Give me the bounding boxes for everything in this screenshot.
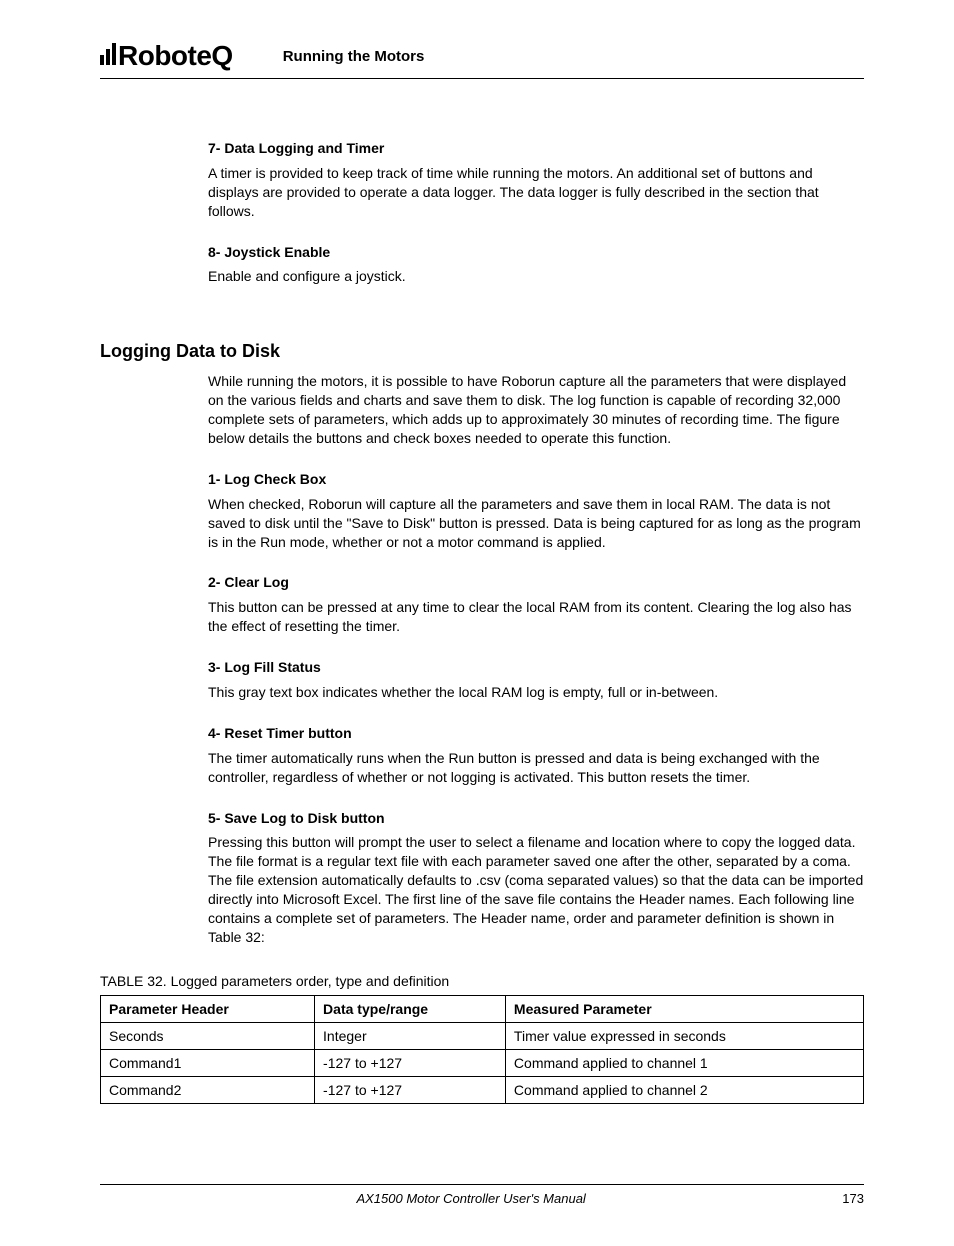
cell: -127 to +127 — [315, 1049, 506, 1076]
paragraph: Enable and configure a joystick. — [208, 267, 864, 286]
paragraph: While running the motors, it is possible… — [208, 372, 864, 448]
cell: Command1 — [101, 1049, 315, 1076]
logo-bars-icon — [100, 43, 116, 65]
table-row: Seconds Integer Timer value expressed in… — [101, 1022, 864, 1049]
footer-page-number: 173 — [842, 1191, 864, 1206]
subheading-8: 8- Joystick Enable — [208, 243, 864, 262]
cell: Command applied to channel 2 — [505, 1076, 863, 1103]
main-content: 7- Data Logging and Timer A timer is pro… — [208, 139, 864, 286]
cell: Seconds — [101, 1022, 315, 1049]
subheading-clear-log: 2- Clear Log — [208, 573, 864, 592]
brand-logo: RoboteQ — [100, 40, 233, 72]
paragraph: This button can be pressed at any time t… — [208, 598, 864, 636]
cell: Command applied to channel 1 — [505, 1049, 863, 1076]
table-row: Command1 -127 to +127 Command applied to… — [101, 1049, 864, 1076]
footer-manual-title: AX1500 Motor Controller User's Manual — [356, 1191, 585, 1206]
page-footer: AX1500 Motor Controller User's Manual 17… — [100, 1184, 864, 1206]
logo-text: RoboteQ — [118, 40, 233, 72]
parameters-table: Parameter Header Data type/range Measure… — [100, 995, 864, 1104]
paragraph: This gray text box indicates whether the… — [208, 683, 864, 702]
subheading-7: 7- Data Logging and Timer — [208, 139, 864, 158]
subheading-reset-timer: 4- Reset Timer button — [208, 724, 864, 743]
table-row: Command2 -127 to +127 Command applied to… — [101, 1076, 864, 1103]
running-header-title: Running the Motors — [283, 48, 425, 65]
subheading-save-log: 5- Save Log to Disk button — [208, 809, 864, 828]
cell: Timer value expressed in seconds — [505, 1022, 863, 1049]
paragraph: Pressing this button will prompt the use… — [208, 833, 864, 946]
section-heading-logging: Logging Data to Disk — [100, 341, 864, 362]
th-data-type: Data type/range — [315, 995, 506, 1022]
cell: -127 to +127 — [315, 1076, 506, 1103]
cell: Command2 — [101, 1076, 315, 1103]
th-parameter-header: Parameter Header — [101, 995, 315, 1022]
page-header: RoboteQ Running the Motors — [100, 40, 864, 79]
table-caption: TABLE 32. Logged parameters order, type … — [100, 973, 864, 989]
table-caption-text: Logged parameters order, type and defini… — [171, 973, 450, 989]
logging-content: While running the motors, it is possible… — [208, 372, 864, 946]
paragraph: A timer is provided to keep track of tim… — [208, 164, 864, 221]
subheading-log-checkbox: 1- Log Check Box — [208, 470, 864, 489]
table-header-row: Parameter Header Data type/range Measure… — [101, 995, 864, 1022]
paragraph: When checked, Roborun will capture all t… — [208, 495, 864, 552]
cell: Integer — [315, 1022, 506, 1049]
paragraph: The timer automatically runs when the Ru… — [208, 749, 864, 787]
page: RoboteQ Running the Motors 7- Data Loggi… — [0, 0, 954, 1246]
subheading-log-fill: 3- Log Fill Status — [208, 658, 864, 677]
table-caption-prefix: TABLE 32. — [100, 973, 171, 989]
th-measured-parameter: Measured Parameter — [505, 995, 863, 1022]
